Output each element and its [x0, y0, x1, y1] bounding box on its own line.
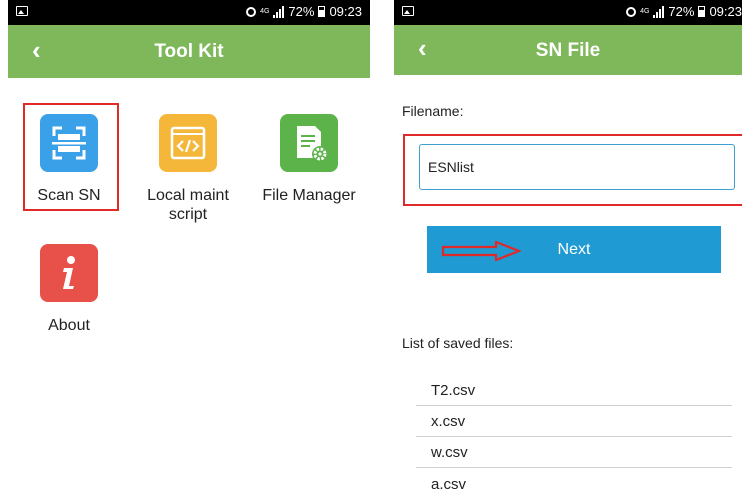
- page-title: SN File: [535, 40, 601, 61]
- file-list-item[interactable]: a.csv: [416, 469, 732, 495]
- page-title: Tool Kit: [154, 41, 224, 62]
- saved-files-label: List of saved files:: [402, 335, 514, 351]
- file-list-item[interactable]: T2.csv: [416, 376, 732, 406]
- alarm-icon: [626, 6, 637, 17]
- filename-label: Filename:: [402, 103, 464, 119]
- signal-icon: [273, 5, 285, 18]
- battery-icon: [318, 6, 326, 17]
- info-icon: [40, 244, 98, 302]
- tile-label: File Manager: [262, 187, 356, 204]
- clock: 09:23: [329, 4, 362, 19]
- arrow-annotation-icon: [441, 241, 521, 261]
- status-bar: 4G 72% 09:23: [8, 0, 370, 25]
- battery-icon: [698, 6, 706, 17]
- battery-percent: 72%: [288, 4, 315, 19]
- sn-file-screen: 4G 72% 09:23 ‹ SN File Filename: Next Li…: [394, 0, 742, 495]
- highlight-scan-sn: [23, 103, 119, 211]
- tile-file-manager[interactable]: File Manager: [254, 114, 364, 205]
- toolkit-screen: 4G 72% 09:23 ‹ Tool Kit Scan SN Local ma…: [8, 0, 370, 495]
- file-list-item[interactable]: w.csv: [416, 438, 732, 468]
- clock: 09:23: [709, 4, 742, 19]
- status-bar: 4G 72% 09:23: [394, 0, 742, 25]
- image-notification-icon: [16, 6, 28, 16]
- filename-input[interactable]: [419, 144, 735, 190]
- image-notification-icon: [402, 6, 414, 16]
- highlight-filename: [403, 134, 742, 206]
- tile-local-maint-script[interactable]: Local maint script: [133, 114, 243, 224]
- tile-about[interactable]: About: [14, 244, 124, 335]
- code-window-icon: [159, 114, 217, 172]
- alarm-icon: [246, 6, 257, 17]
- network-type: 4G: [260, 8, 270, 15]
- signal-icon: [653, 5, 665, 18]
- file-list-item[interactable]: x.csv: [416, 407, 732, 437]
- app-bar: ‹ Tool Kit: [8, 25, 370, 78]
- app-bar: ‹ SN File: [394, 25, 742, 75]
- tile-label: About: [48, 317, 90, 334]
- battery-percent: 72%: [668, 4, 695, 19]
- tile-label: Local maint script: [147, 187, 229, 223]
- network-type: 4G: [640, 8, 650, 15]
- file-settings-icon: [280, 114, 338, 172]
